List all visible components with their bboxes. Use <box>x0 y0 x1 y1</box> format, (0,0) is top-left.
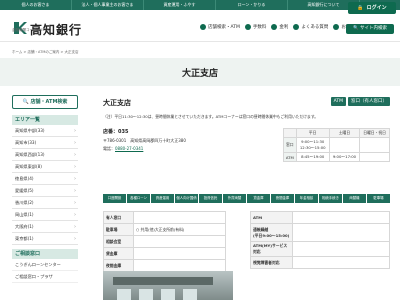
header: 高知銀行 店舗検索・ATM 手数料 金利 よくある質問 お問い合わせ 🔍 サイト… <box>0 10 400 42</box>
header-link-branch-search[interactable]: 店舗検索・ATM <box>200 24 240 30</box>
hours-atm-saturday: 9:00～17:00 <box>328 152 361 162</box>
sidebar-area-kochi-city[interactable]: 高知市(33) <box>12 137 78 149</box>
service-tag: 資産運用 <box>151 194 174 203</box>
facility-label: 視覚障害者対応 <box>250 256 293 269</box>
sidebar-area-kagawa[interactable]: 香川県(2) <box>12 197 78 209</box>
branch-info: 店番：035 〒786-0301 高知県高岡郡四万十町大正380 電話：0880… <box>103 128 243 152</box>
yen-icon <box>244 24 251 30</box>
sidebar-area-kochi-central[interactable]: 高知県中部(33) <box>12 125 78 137</box>
hours-window-saturday <box>328 137 361 153</box>
title-band: 大正支店 <box>0 58 400 86</box>
facility-value <box>133 235 226 248</box>
sidebar-link-loan-center[interactable]: こうぎんローンセンター <box>12 259 78 271</box>
service-tag: 外貨両替 <box>223 194 246 203</box>
facility-value: ○ 共用(他)大正支所前(有料) <box>133 223 226 236</box>
service-tag: 駐車場 <box>367 194 390 203</box>
hours-notice: （注）平日11:30～12:30は、昼時間休業とさせていただきます。ATMコーナ… <box>103 114 319 119</box>
mail-icon <box>333 24 340 30</box>
topnav-item-corporate[interactable]: 法人・個人事業主のお客さま <box>72 0 144 10</box>
service-tag: 各種ローン <box>127 194 150 203</box>
sidebar-area-tokushima[interactable]: 徳島県(4) <box>12 173 78 185</box>
facility-table-left: 有人窓口 駐車場 ○ 共用(他)大正支所前(有料) 相談会室 貸金庫 夜間金庫 <box>103 211 226 272</box>
sidebar-area-osaka[interactable]: 大阪府(1) <box>12 221 78 233</box>
facility-value <box>133 247 226 260</box>
service-tag: 夜間金庫 <box>271 194 294 203</box>
branch-atm-search-button[interactable]: 🔍 店舗・ATM検索 <box>12 95 78 109</box>
facility-label: 駐車場 <box>103 223 134 236</box>
breadcrumb[interactable]: ホーム > 店舗・ATMのご案内 > 大正支店 <box>12 50 79 55</box>
business-hours-table: 平日 土曜日 日曜日・祝日 窓口 9:00～11:30 12:30～15:00 … <box>283 128 390 162</box>
service-tag: 投資信託 <box>199 194 222 203</box>
percent-icon <box>271 24 278 30</box>
hours-window-holiday <box>359 137 390 153</box>
header-link-rates[interactable]: 金利 <box>271 24 288 30</box>
hours-corner <box>283 128 297 138</box>
topnav-item-personal[interactable]: 個人のお客さま <box>0 0 72 10</box>
bank-code: 金融機関コード：0578 <box>12 28 49 32</box>
facility-label: 通帳繰越 (平日9:00～15:00) <box>250 223 293 242</box>
area-list-heading: エリア一覧 <box>12 115 78 125</box>
consult-heading: ご相談窓口 <box>12 249 78 259</box>
service-tag: 貸金庫 <box>247 194 270 203</box>
header-links: 店舗検索・ATM 手数料 金利 よくある質問 お問い合わせ <box>200 24 368 30</box>
location-icon <box>200 24 206 30</box>
search-icon: 🔍 <box>22 99 29 105</box>
branch-photo <box>103 271 233 300</box>
branch-phone: 電話：0880-27-0341 <box>103 146 144 151</box>
sidebar-area-kochi-east[interactable]: 高知県東部(8) <box>12 161 78 173</box>
facility-table-right: ATM 通帳繰越 (平日9:00～15:00) ATM(MY)サービス対応 視覚… <box>250 211 391 269</box>
facility-label: 相談会室 <box>103 235 134 248</box>
search-icon: 🔍 <box>352 26 359 31</box>
phone-number-link[interactable]: 0880-27-0341 <box>115 146 143 151</box>
tag-window: 窓口（有人窓口） <box>348 97 390 106</box>
hours-atm-holiday <box>359 152 390 162</box>
sidebar-area-tokyo[interactable]: 東京都(1) <box>12 233 78 245</box>
facility-value <box>133 211 226 224</box>
header-link-fees[interactable]: 手数料 <box>244 24 266 30</box>
service-tag: 個人向け国債 <box>175 194 198 203</box>
branch-address: 〒786-0301 高知県高岡郡四万十町大正380 <box>103 138 186 143</box>
hours-window-weekday: 9:00～11:30 12:30～15:00 <box>295 137 330 153</box>
hours-col-saturday: 土曜日 <box>328 128 361 138</box>
question-icon <box>293 24 300 30</box>
facility-label: ATM(MY)サービス対応 <box>250 241 293 257</box>
sidebar-area-okayama[interactable]: 岡山県(1) <box>12 209 78 221</box>
header-link-faq[interactable]: よくある質問 <box>293 24 328 30</box>
facility-label: 有人窓口 <box>103 211 134 224</box>
facility-value <box>133 259 226 272</box>
service-tag: 両替機 <box>343 194 366 203</box>
facility-label: 貸金庫 <box>103 247 134 260</box>
sidebar-link-consult-plaza[interactable]: ご相談窓口・プラザ <box>12 271 78 283</box>
sidebar-area-ehime[interactable]: 愛媛県(5) <box>12 185 78 197</box>
page-title: 大正支店 <box>181 69 218 79</box>
sidebar-area-kochi-west[interactable]: 高知県西部(13) <box>12 149 78 161</box>
top-nav: 個人のお客さま 法人・個人事業主のお客さま 資産運用・ふやす ローン・かりる 高… <box>0 0 400 10</box>
branch-tags: ATM 窓口（有人窓口） <box>330 97 390 106</box>
site-search-button[interactable]: 🔍 サイト内検索 <box>346 24 394 34</box>
hours-row-atm: ATM <box>283 152 297 162</box>
hours-col-weekday: 平日 <box>295 128 330 138</box>
topnav-item-loan[interactable]: ローン・かりる <box>216 0 288 10</box>
facility-value <box>291 241 391 257</box>
branch-code: 店番：035 <box>103 129 129 135</box>
facility-value <box>291 223 391 242</box>
service-tag: 相続手続き <box>319 194 342 203</box>
facility-value <box>291 211 391 224</box>
hours-row-window: 窓口 <box>283 137 297 153</box>
service-tag: 口座開設 <box>103 194 126 203</box>
facility-label: ATM <box>250 211 293 224</box>
service-tag: 年金相談 <box>295 194 318 203</box>
hours-atm-weekday: 8:45～19:00 <box>295 152 330 162</box>
branch-name: 大正支店 <box>103 99 131 107</box>
hours-col-holiday: 日曜日・祝日 <box>359 128 390 138</box>
tag-atm: ATM <box>330 97 346 106</box>
facility-value <box>291 256 391 269</box>
sidebar: 🔍 店舗・ATM検索 エリア一覧 高知県中部(33) 高知市(33) 高知県西部… <box>12 95 78 283</box>
facility-label: 夜間金庫 <box>103 259 134 272</box>
topnav-item-investment[interactable]: 資産運用・ふやす <box>144 0 216 10</box>
service-tags: 口座開設 各種ローン 資産運用 個人向け国債 投資信託 外貨両替 貸金庫 夜間金… <box>103 194 390 203</box>
